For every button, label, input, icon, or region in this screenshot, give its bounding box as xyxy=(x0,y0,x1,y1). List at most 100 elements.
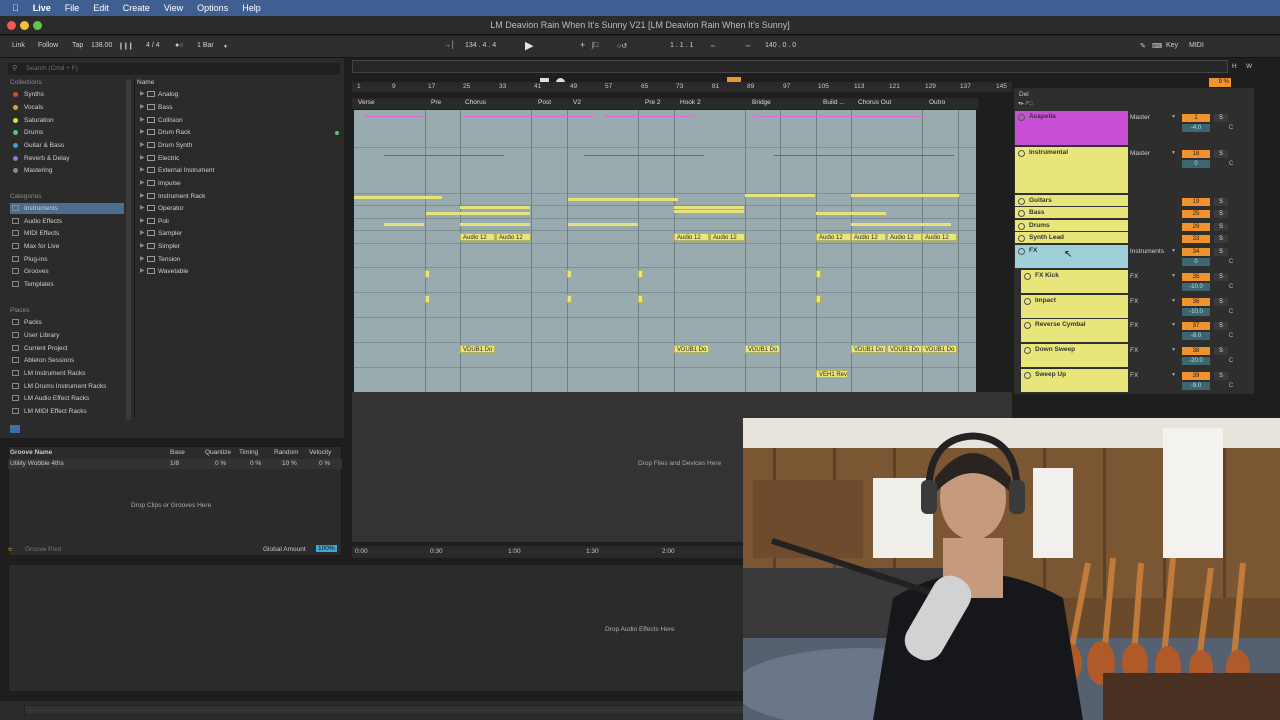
beat-time-ruler[interactable]: 1 9 17 25 33 41 49 57 65 73 81 89 97 105 113 121 129 137 1… xyxy=(352,82,1012,92)
category-grooves[interactable]: Grooves xyxy=(10,266,124,277)
menu-help[interactable]: Help xyxy=(242,3,261,13)
position-field[interactable]: 134 . 4 . 4 xyxy=(465,42,496,49)
volume-field[interactable]: -4.0 xyxy=(1182,124,1210,132)
browser-toggle-icon[interactable] xyxy=(10,425,20,433)
keyboard-icon[interactable]: ⌨ xyxy=(1152,42,1162,50)
tap-button[interactable]: Tap xyxy=(72,42,83,49)
track-activator[interactable]: 38 xyxy=(1182,347,1210,355)
audio-clip[interactable]: Audio 12 xyxy=(674,233,709,241)
track-header[interactable]: Impact xyxy=(1021,295,1128,319)
locator-marker[interactable]: Hook 2 xyxy=(680,99,701,106)
device-bass[interactable]: ▶ Bass xyxy=(140,102,330,113)
locator-marker[interactable]: Outro xyxy=(929,99,945,106)
device-impulse[interactable]: ▶ Impulse xyxy=(140,178,330,189)
fold-icon[interactable] xyxy=(1024,372,1031,379)
follow-button[interactable]: Follow xyxy=(38,42,58,49)
track-header[interactable]: Bass xyxy=(1015,207,1128,219)
acapella-clip[interactable] xyxy=(754,116,924,117)
arrangement-overview[interactable] xyxy=(352,60,1228,73)
fold-icon[interactable] xyxy=(1018,198,1025,205)
track-activator[interactable]: 37 xyxy=(1182,322,1210,330)
down-sweep-clip[interactable]: VDUB1 Do xyxy=(851,345,886,353)
fold-icon[interactable] xyxy=(1018,150,1025,157)
acapella-clip[interactable] xyxy=(364,116,424,117)
menu-edit[interactable]: Edit xyxy=(93,3,109,13)
audio-clip[interactable]: Audio 12 xyxy=(496,233,531,241)
category-plug-ins[interactable]: Plug-ins xyxy=(10,254,124,265)
down-sweep-clip[interactable]: VDUB1 Do xyxy=(887,345,922,353)
audio-clip[interactable]: Audio 12 xyxy=(851,233,886,241)
key-map-button[interactable]: Key xyxy=(1166,42,1178,49)
place-lm-instrument-racks[interactable]: LM Instrument Racks xyxy=(10,368,124,379)
fx-clip[interactable] xyxy=(425,295,430,303)
track-header[interactable]: Sweep Up xyxy=(1021,369,1128,393)
pan-field[interactable]: C xyxy=(1226,160,1236,168)
audio-clip[interactable]: Audio 12 xyxy=(460,233,495,241)
minimize-window-button[interactable] xyxy=(20,21,29,30)
loop-start-field[interactable]: 1 . 1 . 1 xyxy=(670,42,693,49)
track-header[interactable]: Down Sweep xyxy=(1021,344,1128,368)
category-instruments[interactable]: Instruments xyxy=(10,203,124,214)
group-clip[interactable] xyxy=(851,223,951,226)
instrumental-clip[interactable] xyxy=(384,155,504,156)
device-simpler[interactable]: ▶ Simpler xyxy=(140,241,330,252)
fold-icon[interactable] xyxy=(1018,210,1025,217)
group-clip[interactable] xyxy=(674,210,744,213)
name-column-header[interactable]: Name xyxy=(137,79,154,86)
locator-marker[interactable]: Chorus Out xyxy=(858,99,891,106)
device-drum-synth[interactable]: ▶ Drum Synth xyxy=(140,140,330,151)
device-tension[interactable]: ▶ Tension xyxy=(140,254,330,265)
global-amount-value[interactable]: 100% xyxy=(316,545,337,552)
track-activator[interactable]: 39 xyxy=(1182,372,1210,380)
group-clip[interactable] xyxy=(924,194,959,197)
fold-icon[interactable] xyxy=(1018,248,1025,255)
device-poli[interactable]: ▶ Poli xyxy=(140,216,330,227)
down-sweep-clip[interactable]: VDUB1 Do xyxy=(922,345,957,353)
device-collision[interactable]: ▶ Collision xyxy=(140,115,330,126)
track-activator[interactable]: 36 xyxy=(1182,298,1210,306)
track-header[interactable]: FX Kick xyxy=(1021,270,1128,294)
fx-clip[interactable] xyxy=(567,270,572,278)
pan-field[interactable]: C xyxy=(1226,382,1236,390)
time-ruler[interactable]: 0:00 0:30 1:00 1:30 2:00 xyxy=(352,546,744,558)
acapella-clip[interactable] xyxy=(604,116,694,117)
track-activator[interactable]: 19 xyxy=(1182,198,1210,206)
solo-button[interactable]: S xyxy=(1214,223,1228,231)
fx-clip[interactable] xyxy=(816,270,821,278)
signature-field[interactable]: 4 / 4 xyxy=(146,42,160,49)
play-icon[interactable]: ▶ xyxy=(525,39,533,52)
browser-scrollbar[interactable] xyxy=(126,80,131,420)
place-user-library[interactable]: User Library xyxy=(10,330,124,341)
group-clip[interactable] xyxy=(745,194,815,197)
loop-back-icon[interactable]: ○↺ xyxy=(617,42,627,50)
solo-button[interactable]: S xyxy=(1214,210,1228,218)
locator-marker[interactable]: Chorus xyxy=(465,99,486,106)
menu-options[interactable]: Options xyxy=(197,3,228,13)
category-audio-effects[interactable]: Audio Effects xyxy=(10,216,124,227)
quantize-select[interactable]: 1 Bar xyxy=(197,42,214,49)
overdub-plus-icon[interactable]: + xyxy=(580,40,585,50)
output-routing-select[interactable]: Instruments ▼ xyxy=(1130,248,1178,255)
solo-button[interactable]: S xyxy=(1214,114,1228,122)
track-header[interactable]: Instrumental xyxy=(1015,147,1128,194)
device-analog[interactable]: ▶ Analog xyxy=(140,89,330,100)
device-electric[interactable]: ▶ Electric xyxy=(140,153,330,164)
track-header[interactable]: Synth Lead xyxy=(1015,232,1128,244)
overview-h-button[interactable]: H xyxy=(1232,63,1237,70)
pan-field[interactable]: C xyxy=(1226,308,1236,316)
fx-clip[interactable] xyxy=(638,270,643,278)
device-wavetable[interactable]: ▶ Wavetable xyxy=(140,266,330,277)
solo-button[interactable]: S xyxy=(1214,372,1228,380)
down-sweep-clip[interactable]: VDUB1 Do xyxy=(745,345,780,353)
follow-arrow-icon[interactable]: →│ xyxy=(444,42,455,49)
place-lm-drums-racks[interactable]: LM Drums Instrument Racks xyxy=(10,381,124,392)
midi-map-button[interactable]: MIDI xyxy=(1189,42,1204,49)
volume-field[interactable]: 0 xyxy=(1182,160,1210,168)
pan-field[interactable]: C xyxy=(1226,283,1236,291)
volume-field[interactable]: -10.0 xyxy=(1182,308,1210,316)
group-clip[interactable] xyxy=(568,198,638,201)
fx-clip[interactable] xyxy=(567,295,572,303)
place-lm-audio-effect-racks[interactable]: LM Audio Effect Racks xyxy=(10,393,124,404)
locator-marker[interactable]: Build ... xyxy=(823,99,845,106)
collection-mastering[interactable]: Mastering xyxy=(10,165,124,176)
